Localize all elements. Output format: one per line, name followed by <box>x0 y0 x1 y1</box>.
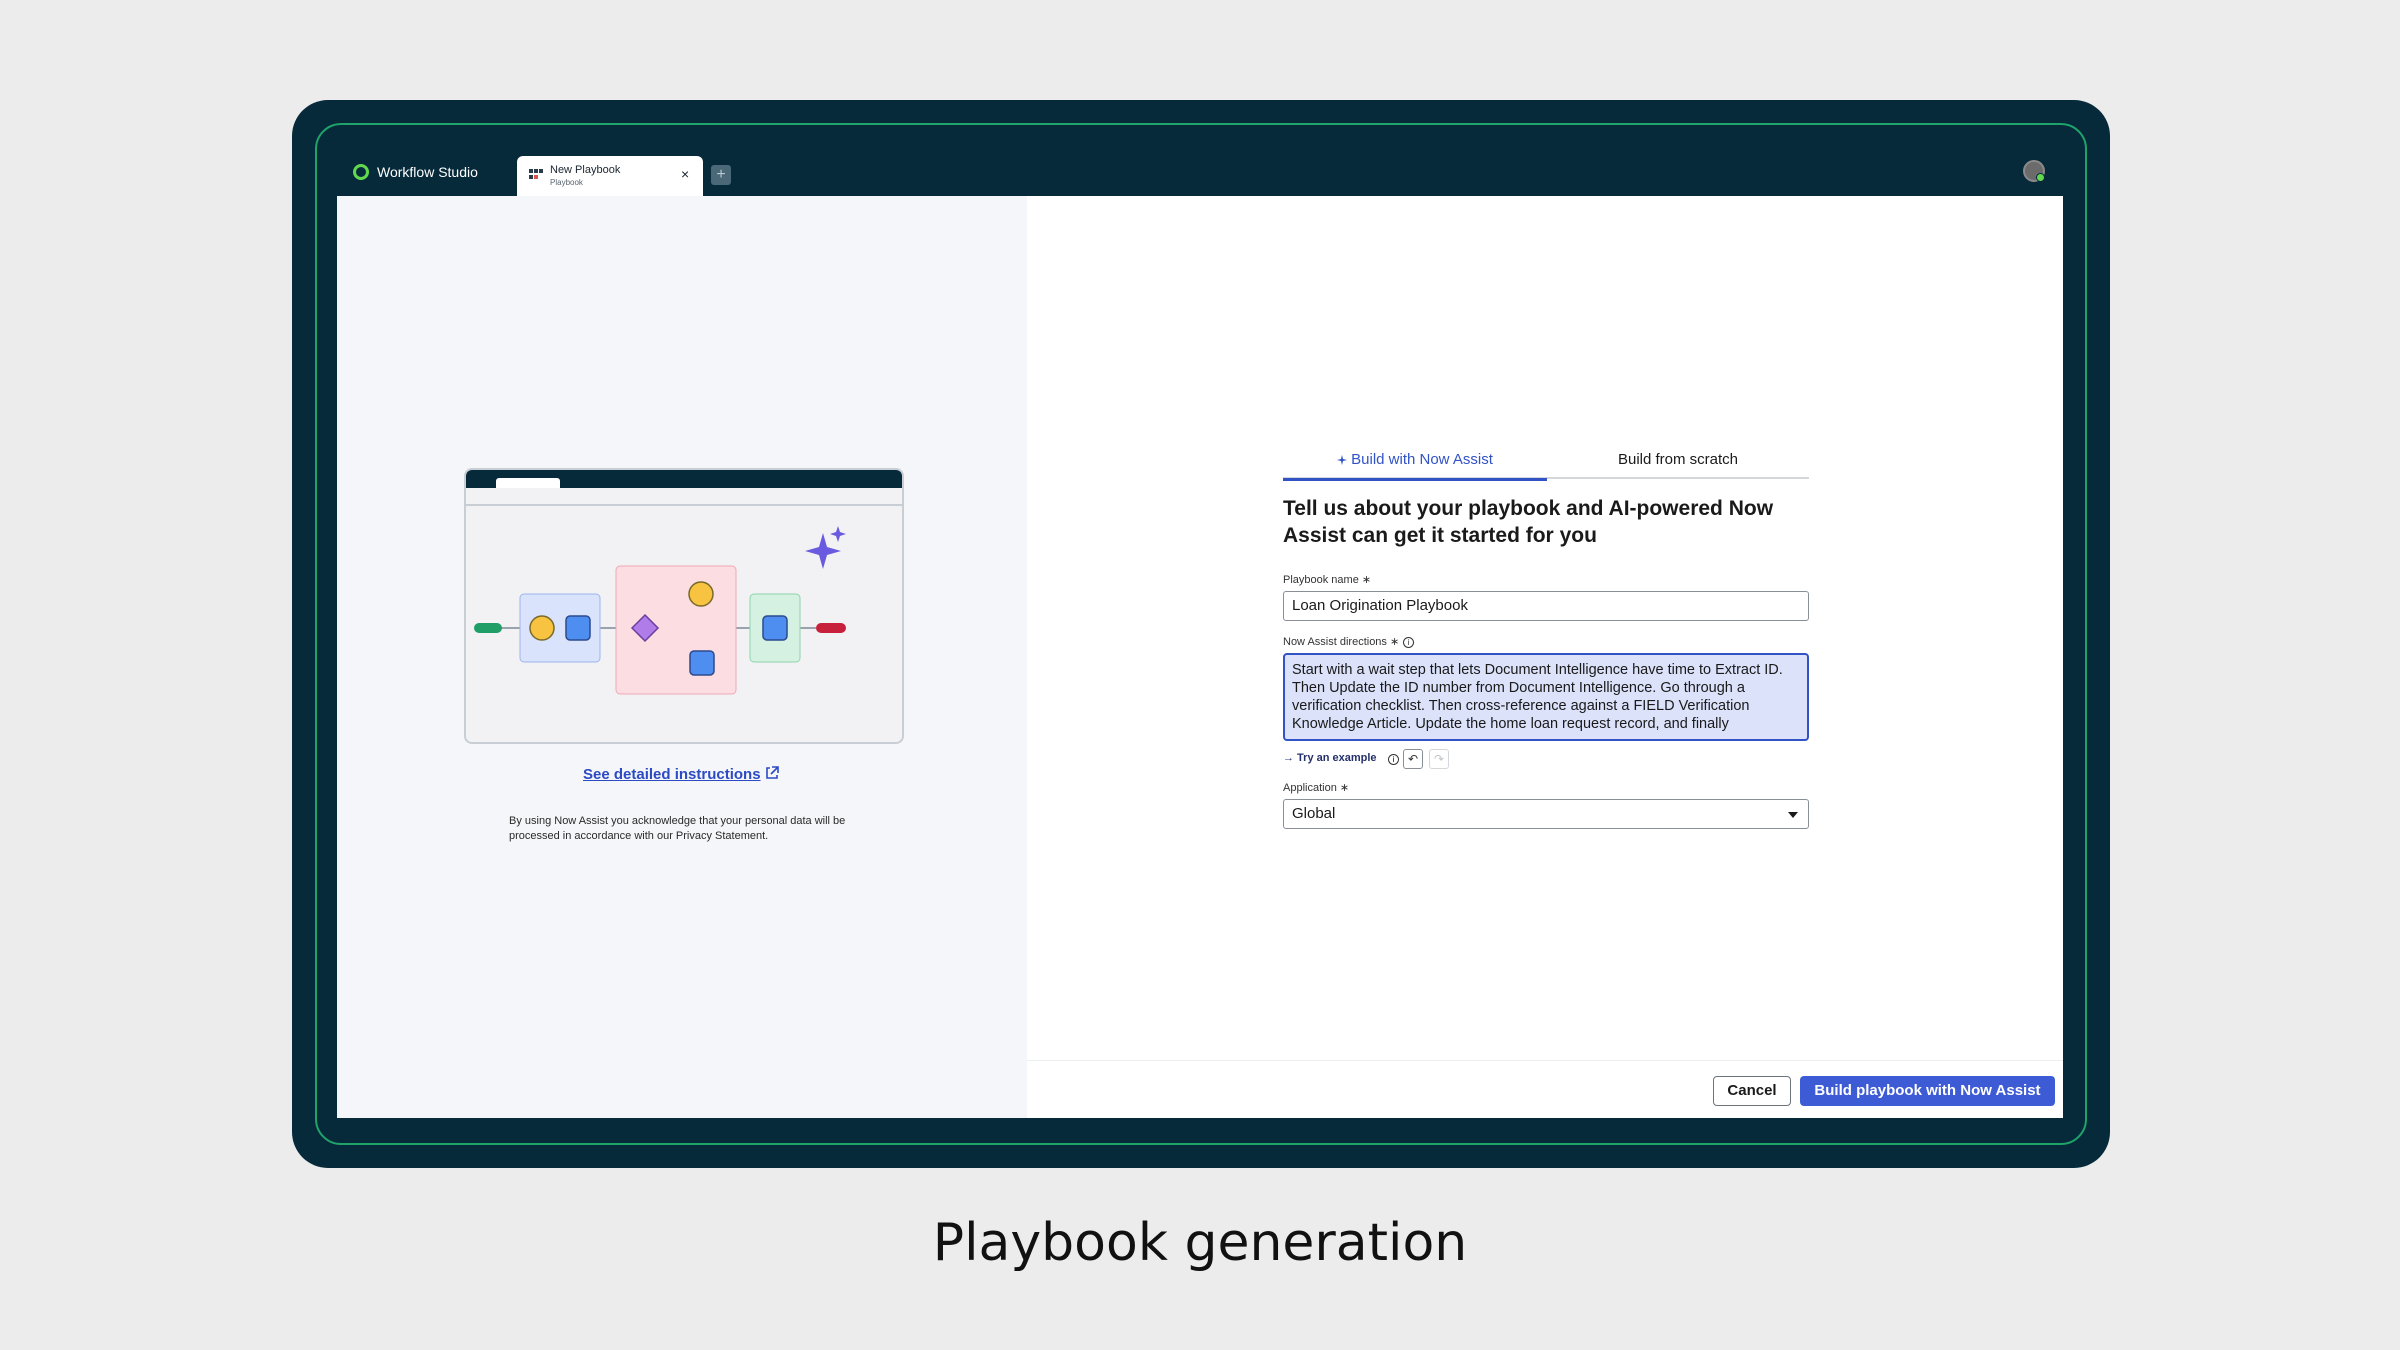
chevron-down-icon <box>1788 812 1798 818</box>
presence-indicator <box>2036 173 2045 182</box>
tab-build-from-scratch[interactable]: Build from scratch <box>1547 451 1809 479</box>
directions-label: Now Assist directions ∗ i <box>1283 635 1809 649</box>
label-text: Playbook name <box>1283 574 1359 586</box>
application-select[interactable]: Global <box>1283 799 1809 829</box>
left-pane: See detailed instructions By using Now A… <box>337 196 1027 1118</box>
external-link-icon[interactable] <box>764 765 780 781</box>
playbook-name-input[interactable]: Loan Origination Playbook <box>1283 591 1809 621</box>
end-node <box>816 623 846 633</box>
cancel-button[interactable]: Cancel <box>1713 1076 1791 1106</box>
label-text: Now Assist directions <box>1283 636 1387 648</box>
tab-label: Build with Now Assist <box>1351 451 1493 468</box>
sparkle-icon <box>1337 455 1348 465</box>
tab-subtitle: Playbook <box>550 178 583 187</box>
main-content: See detailed instructions By using Now A… <box>337 196 2063 1118</box>
label-text: Application <box>1283 782 1337 794</box>
top-bar: Workflow Studio New Playbook Playbook × … <box>337 146 2063 196</box>
try-example-link[interactable]: → Try an example <box>1283 752 1377 764</box>
start-node <box>474 623 502 633</box>
tab-title: New Playbook <box>550 164 621 176</box>
undo-icon[interactable]: ↶ <box>1403 749 1423 769</box>
privacy-notice: By using Now Assist you acknowledge that… <box>509 815 846 842</box>
slide-caption: Playbook generation <box>932 1213 1468 1273</box>
redo-icon[interactable]: ↷ <box>1429 749 1449 769</box>
now-logo-icon <box>353 164 369 180</box>
playbook-icon <box>529 169 543 181</box>
application-label: Application ∗ <box>1283 781 1809 795</box>
flow-diagram <box>474 526 846 695</box>
active-tab-indicator <box>1283 478 1547 481</box>
required-mark: ∗ <box>1339 782 1350 794</box>
form-title: Tell us about your playbook and AI-power… <box>1283 497 1774 547</box>
selected-value: Global <box>1292 805 1336 822</box>
build-playbook-button[interactable]: Build playbook with Now Assist <box>1800 1076 2055 1106</box>
info-icon[interactable]: i <box>1388 754 1399 765</box>
playbook-name-label: Playbook name ∗ <box>1283 573 1809 587</box>
required-mark: ∗ <box>1361 574 1372 586</box>
build-mode-tabs: Build with Now Assist Build from scratch <box>1283 451 1809 481</box>
info-icon[interactable]: i <box>1403 637 1415 648</box>
avatar[interactable] <box>2023 160 2045 182</box>
playbook-form: Build with Now Assist Build from scratch… <box>1283 451 1809 829</box>
now-assist-directions-textarea[interactable]: Start with a wait step that lets Documen… <box>1283 653 1809 741</box>
example-row: → Try an example i ↶ ↷ <box>1283 749 1809 771</box>
plus-icon[interactable]: + <box>711 165 731 185</box>
tab-build-with-now-assist[interactable]: Build with Now Assist <box>1283 451 1547 481</box>
app-window: Workflow Studio New Playbook Playbook × … <box>337 146 2063 1118</box>
required-mark: ∗ <box>1389 636 1400 648</box>
app-name: Workflow Studio <box>377 164 478 180</box>
app-brand[interactable]: Workflow Studio <box>353 162 478 182</box>
footer-divider <box>1027 1060 2063 1061</box>
close-icon[interactable]: × <box>681 166 689 182</box>
see-instructions-link[interactable]: See detailed instructions <box>583 766 761 783</box>
tab-new-playbook[interactable]: New Playbook Playbook × <box>517 156 703 196</box>
tab-label: Build from scratch <box>1617 451 1739 468</box>
sparkle-icon <box>805 533 841 569</box>
playbook-illustration <box>464 468 904 744</box>
